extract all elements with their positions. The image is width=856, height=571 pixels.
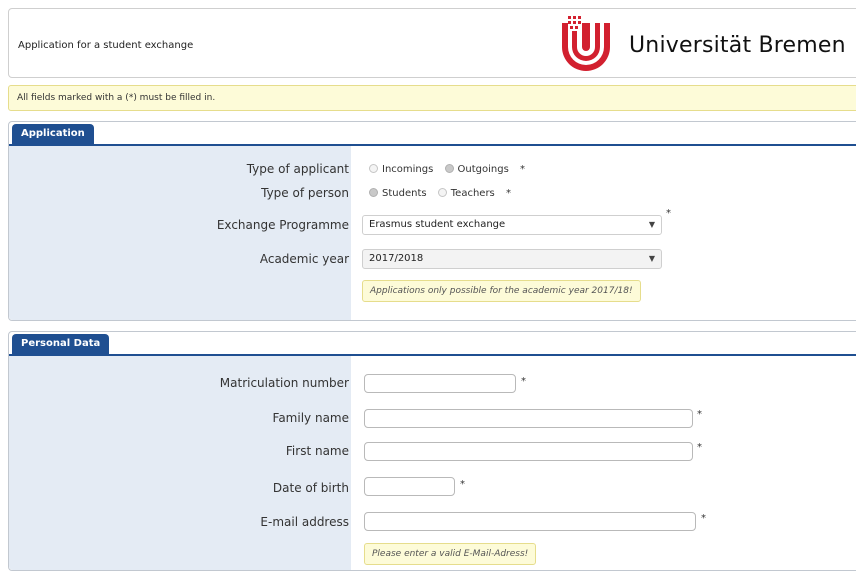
type-of-applicant-label: Type of applicant	[246, 162, 349, 176]
required-marker: *	[519, 164, 525, 175]
tab-application[interactable]: Application	[12, 124, 94, 144]
radio-teachers[interactable]	[437, 188, 447, 197]
university-logo-icon	[562, 16, 610, 71]
required-marker: *	[701, 513, 706, 524]
page-title: Application for a student exchange	[18, 40, 194, 51]
radio-outgoings-label[interactable]: Outgoings	[458, 164, 509, 175]
required-marker: *	[460, 479, 465, 490]
email-address-input[interactable]	[364, 512, 696, 531]
radio-students-label[interactable]: Students	[382, 188, 427, 199]
chevron-down-icon: ▼	[648, 254, 655, 263]
type-of-person-label: Type of person	[261, 186, 349, 200]
required-marker: *	[505, 188, 511, 199]
tab-personal-data[interactable]: Personal Data	[12, 334, 110, 354]
matriculation-number-label: Matriculation number	[219, 376, 349, 390]
date-of-birth-label: Date of birth	[272, 481, 349, 495]
date-of-birth-input[interactable]	[364, 477, 455, 496]
family-name-label: Family name	[272, 411, 349, 425]
email-address-label: E-mail address	[260, 515, 349, 529]
academic-year-select[interactable]: 2017/2018 ▼	[362, 249, 662, 269]
radio-teachers-label[interactable]: Teachers	[451, 188, 495, 199]
university-name: Universität Bremen	[629, 33, 846, 58]
chevron-down-icon: ▼	[648, 220, 655, 229]
page-header: Application for a student exchange Unive…	[8, 8, 856, 78]
exchange-programme-label: Exchange Programme	[216, 218, 349, 232]
required-marker: *	[697, 442, 702, 453]
exchange-programme-value: Erasmus student exchange	[369, 219, 506, 230]
personal-data-section: Personal Data Matriculation number * Fam…	[8, 331, 856, 571]
required-fields-notice: All fields marked with a (*) must be fil…	[8, 85, 856, 111]
first-name-label: First name	[285, 444, 349, 458]
personal-data-tabbar: Personal Data	[9, 332, 856, 356]
radio-incomings[interactable]	[369, 164, 378, 173]
notice-text: All fields marked with a (*) must be fil…	[17, 93, 216, 103]
email-hint: Please enter a valid E-Mail-Adress!	[364, 543, 537, 565]
academic-year-label: Academic year	[259, 252, 349, 266]
required-marker: *	[697, 409, 702, 420]
application-tabbar: Application	[9, 122, 856, 146]
radio-incomings-label[interactable]: Incomings	[382, 164, 433, 175]
radio-outgoings[interactable]	[444, 164, 454, 173]
type-of-applicant-radio-group: Incomings Outgoings *	[369, 164, 525, 175]
application-section: Application Type of applicant Incomings …	[8, 121, 856, 321]
academic-year-value: 2017/2018	[369, 253, 424, 264]
matriculation-number-input[interactable]	[364, 374, 516, 393]
radio-students[interactable]	[369, 188, 378, 197]
academic-year-hint: Applications only possible for the acade…	[362, 280, 641, 302]
type-of-person-radio-group: Students Teachers *	[369, 188, 511, 199]
exchange-programme-select[interactable]: Erasmus student exchange ▼	[362, 215, 662, 235]
required-marker: *	[666, 208, 671, 219]
first-name-input[interactable]	[364, 442, 693, 461]
required-marker: *	[521, 376, 526, 387]
family-name-input[interactable]	[364, 409, 693, 428]
